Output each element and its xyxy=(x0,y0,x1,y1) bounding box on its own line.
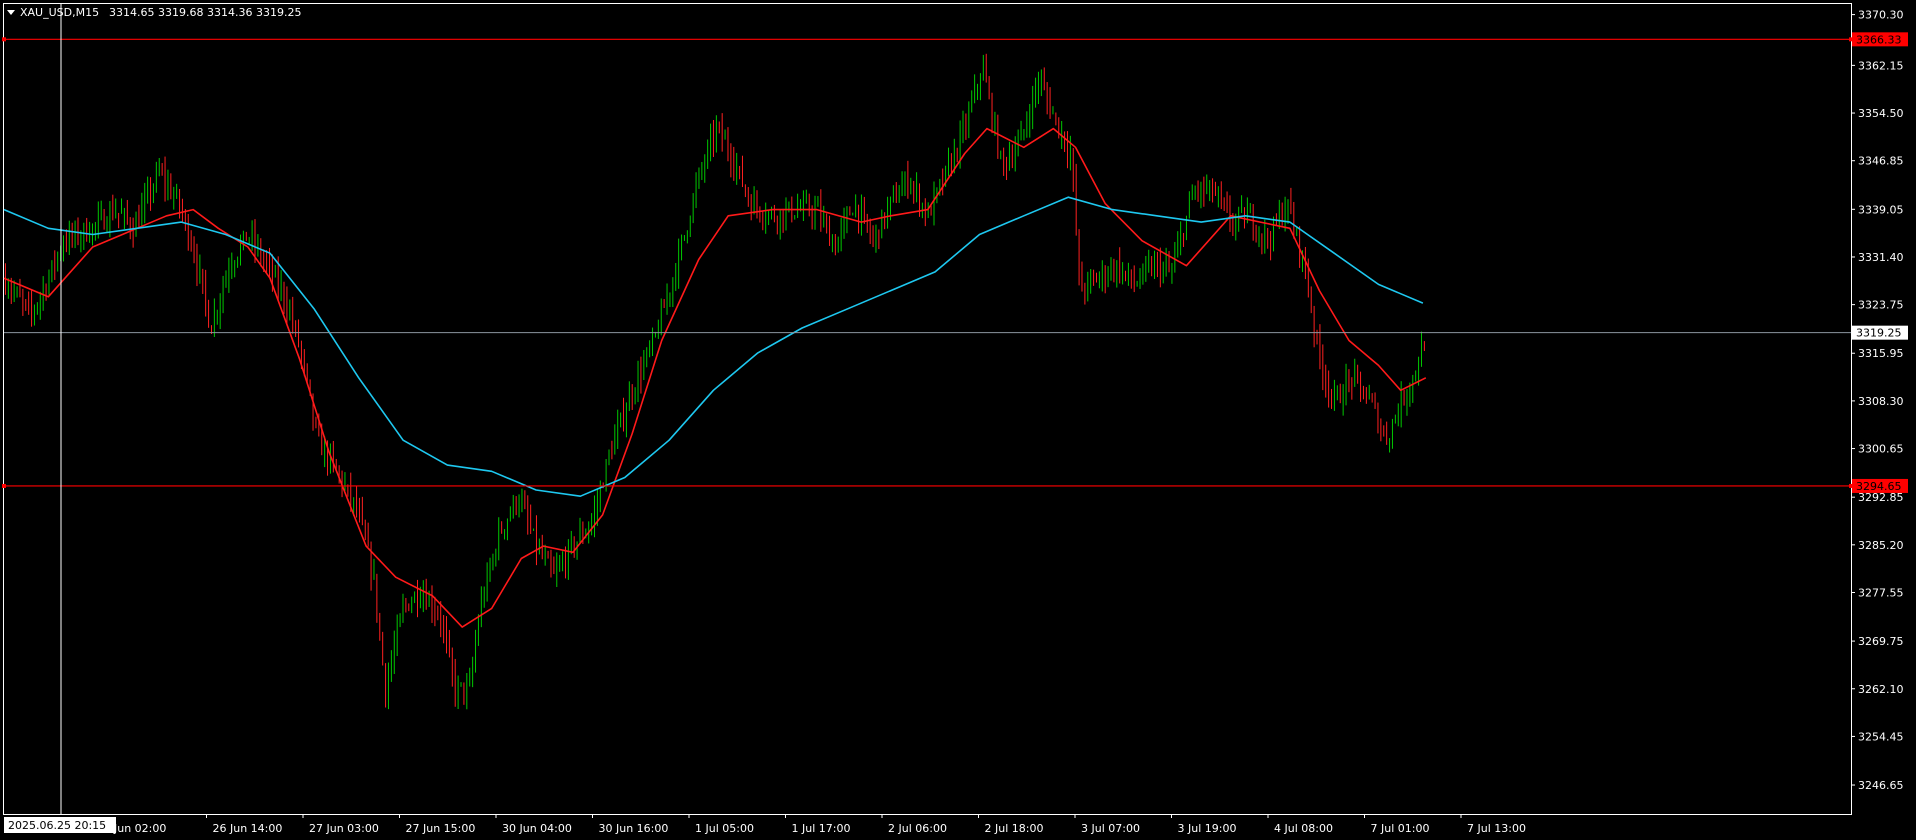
symbol-label: XAU_USD,M15 xyxy=(20,6,99,19)
x-tick-label: 30 Jun 16:00 xyxy=(599,822,669,835)
y-tick-label: 3262.10 xyxy=(1858,683,1904,696)
x-tick-label: 1 Jul 05:00 xyxy=(695,822,754,835)
level-handle-left[interactable] xyxy=(2,483,6,488)
x-tick-label: 27 Jun 15:00 xyxy=(406,822,476,835)
ohlc-values: 3314.65 3319.68 3314.36 3319.25 xyxy=(109,6,301,19)
y-tick-label: 3292.85 xyxy=(1858,491,1904,504)
level-price-label: 3294.65 xyxy=(1856,480,1902,493)
x-tick-label: 2 Jul 18:00 xyxy=(985,822,1044,835)
y-tick-label: 3323.75 xyxy=(1858,299,1904,312)
current-price-label: 3319.25 xyxy=(1856,327,1902,340)
plot-frame xyxy=(3,3,1852,815)
time-axis: 2025.06.25 20:15 Jun 02:00 26 Jun 14:00 27 … xyxy=(4,814,1526,835)
y-tick-label: 3308.30 xyxy=(1858,395,1904,408)
y-tick-label: 3254.45 xyxy=(1858,730,1904,743)
x-tick-label: Jun 02:00 xyxy=(113,822,166,835)
level-handle-left[interactable] xyxy=(2,37,6,42)
x-tick-label: 4 Jul 08:00 xyxy=(1274,822,1333,835)
price-chart[interactable]: 3370.30 3362.15 3354.50 3346.85 3339.05 3331.… xyxy=(0,0,1916,840)
y-tick-label: 3300.65 xyxy=(1858,443,1904,456)
x-tick-label: 26 Jun 14:00 xyxy=(213,822,283,835)
y-tick-label: 3315.95 xyxy=(1858,347,1904,360)
x-tick-label: 2 Jul 06:00 xyxy=(888,822,947,835)
y-tick-label: 3354.50 xyxy=(1858,107,1904,120)
x-tick-label: 7 Jul 01:00 xyxy=(1371,822,1430,835)
chart-window[interactable]: 3370.30 3362.15 3354.50 3346.85 3339.05 3331.… xyxy=(0,0,1916,840)
price-axis: 3370.30 3362.15 3354.50 3346.85 3339.05 3331.… xyxy=(1851,9,1908,792)
crosshair-time-label: 2025.06.25 20:15 xyxy=(8,819,106,832)
x-tick-label: 3 Jul 19:00 xyxy=(1178,822,1237,835)
chart-header: XAU_USD,M15 3314.65 3319.68 3314.36 3319… xyxy=(7,6,301,19)
x-tick-label: 30 Jun 04:00 xyxy=(502,822,572,835)
x-tick-label: 1 Jul 17:00 xyxy=(792,822,851,835)
level-price-label: 3366.33 xyxy=(1856,33,1902,46)
y-tick-label: 3362.15 xyxy=(1858,59,1904,72)
y-tick-label: 3346.85 xyxy=(1858,155,1904,168)
y-tick-label: 3269.75 xyxy=(1858,635,1904,648)
y-tick-label: 3277.55 xyxy=(1858,586,1904,599)
y-tick-label: 3339.05 xyxy=(1858,203,1904,216)
y-tick-label: 3285.20 xyxy=(1858,539,1904,552)
x-tick-label: 7 Jul 13:00 xyxy=(1467,822,1526,835)
y-tick-label: 3246.65 xyxy=(1858,779,1904,792)
x-tick-label: 3 Jul 07:00 xyxy=(1081,822,1140,835)
y-tick-label: 3370.30 xyxy=(1858,9,1904,22)
x-tick-label: 27 Jun 03:00 xyxy=(309,822,379,835)
y-tick-label: 3331.40 xyxy=(1858,251,1904,264)
